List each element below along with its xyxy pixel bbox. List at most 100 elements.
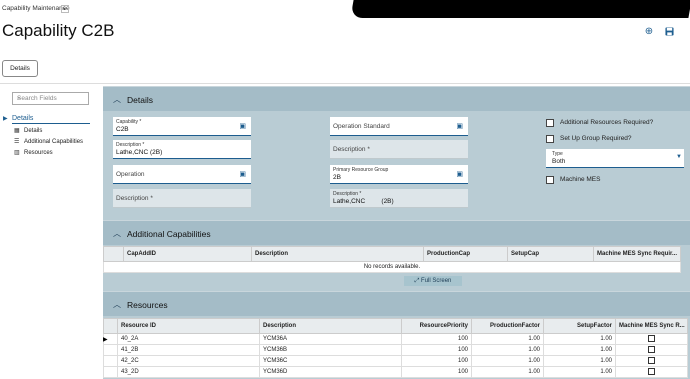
standard-description-field: Description * xyxy=(330,140,468,159)
empty-message: No records available. xyxy=(103,261,681,273)
group-description-label: Description * xyxy=(333,191,362,197)
table-header-cell[interactable]: Resource ID xyxy=(117,318,260,334)
lookup-icon[interactable]: ▣ xyxy=(456,122,463,130)
table-row[interactable]: 43_2D YCM36D 100 1.00 1.00 xyxy=(103,366,688,378)
search-fields-input[interactable]: Search Fields ⌕ xyxy=(12,92,89,105)
operation-placeholder: Operation xyxy=(116,171,145,178)
machine-mes-checkbox[interactable] xyxy=(546,176,554,184)
lookup-icon[interactable]: ▣ xyxy=(239,170,246,178)
type-label: Type xyxy=(552,151,563,157)
additional-capabilities-title: Additional Capabilities xyxy=(127,229,211,239)
row-selector[interactable] xyxy=(103,344,118,356)
additional-capabilities-section-header[interactable]: ︿ Additional Capabilities xyxy=(103,220,690,245)
primary-resource-group-label: Primary Resource Group xyxy=(333,167,389,173)
table-header-cell[interactable]: Machine MES Sync R... xyxy=(615,318,688,334)
production-factor-cell: 1.00 xyxy=(471,333,544,345)
table-row[interactable]: 42_2C YCM36C 100 1.00 1.00 xyxy=(103,355,688,367)
sidebar-item-label: Additional Capabilities xyxy=(24,139,84,145)
table-header-cell[interactable]: ProductionFactor xyxy=(471,318,544,334)
mes-sync-cell xyxy=(615,344,688,356)
operation-standard-placeholder: Operation Standard xyxy=(333,123,390,130)
setup-factor-cell: 1.00 xyxy=(543,333,616,345)
resources-table: Resource ID Description ResourcePriority… xyxy=(103,318,688,378)
additional-resources-checkbox[interactable] xyxy=(546,119,554,127)
capability-field[interactable]: Capability * C2B ▣ xyxy=(113,117,251,136)
type-select[interactable]: Type Both ▼ xyxy=(546,149,684,168)
row-selector[interactable] xyxy=(103,355,118,367)
setup-group-checkbox[interactable] xyxy=(546,135,554,143)
table-header-cell[interactable]: Machine MES Sync Requir... xyxy=(593,246,681,262)
description-cell: YCM36A xyxy=(259,333,402,345)
save-icon[interactable] xyxy=(664,27,674,37)
table-header-row: CapAddID Description ProductionCap Setup… xyxy=(103,246,681,262)
setup-factor-cell: 1.00 xyxy=(543,366,616,378)
current-row-marker-icon: ▶ xyxy=(103,337,108,343)
table-header-cell xyxy=(103,246,124,262)
full-screen-button[interactable]: ⤢ Full Screen xyxy=(404,276,462,286)
additional-resources-label: Additional Resources Required? xyxy=(560,119,654,126)
description-cell: YCM36C xyxy=(259,355,402,367)
resource-id-cell[interactable]: 42_2C xyxy=(117,355,260,367)
resources-section-header[interactable]: ︿ Resources xyxy=(103,291,690,316)
mes-sync-checkbox[interactable] xyxy=(648,357,655,365)
row-selector[interactable] xyxy=(103,366,118,378)
primary-resource-group-field[interactable]: Primary Resource Group 2B ▣ xyxy=(330,165,468,184)
details-section-title: Details xyxy=(127,95,153,105)
operation-description-field: Description * xyxy=(113,189,251,208)
table-header-cell[interactable]: SetupFactor xyxy=(543,318,616,334)
chevron-up-icon[interactable]: ︿ xyxy=(113,94,121,105)
priority-cell: 100 xyxy=(401,355,472,367)
mes-sync-checkbox[interactable] xyxy=(648,335,655,343)
lookup-icon[interactable]: ▣ xyxy=(239,122,246,130)
table-header-cell[interactable]: ResourcePriority xyxy=(401,318,472,334)
sidebar-item-resources[interactable]: ▥ Resources xyxy=(14,149,53,156)
table-header-cell[interactable]: Description xyxy=(259,318,402,334)
operation-standard-field[interactable]: Operation Standard ▣ xyxy=(330,117,468,136)
sidebar-item-additional-capabilities[interactable]: ☰ Additional Capabilities xyxy=(14,138,83,145)
chevron-up-icon[interactable]: ︿ xyxy=(113,228,121,239)
priority-cell: 100 xyxy=(401,366,472,378)
lookup-icon[interactable]: ▣ xyxy=(456,170,463,178)
production-factor-cell: 1.00 xyxy=(471,366,544,378)
resource-id-cell[interactable]: 40_2A xyxy=(117,333,260,345)
table-header-cell[interactable]: SetupCap xyxy=(507,246,594,262)
add-new-icon[interactable]: ⊕ xyxy=(644,27,654,37)
sidebar-item-label: Details xyxy=(24,128,43,134)
chevron-up-icon[interactable]: ︿ xyxy=(113,299,121,310)
table-header-cell[interactable]: CapAddID xyxy=(123,246,252,262)
priority-cell: 100 xyxy=(401,344,472,356)
details-section-header[interactable]: ︿ Details xyxy=(103,86,690,111)
chevron-down-icon[interactable]: ▼ xyxy=(676,154,682,160)
description-cell: YCM36D xyxy=(259,366,402,378)
tree-root-details[interactable]: Details xyxy=(12,115,33,122)
table-header-cell[interactable]: Description xyxy=(251,246,424,262)
capability-label: Capability * xyxy=(116,119,142,125)
operation-description-placeholder: Description * xyxy=(116,195,153,202)
table-row[interactable]: 40_2A YCM36A 100 1.00 1.00 xyxy=(103,333,688,345)
sidebar-item-details[interactable]: ▦ Details xyxy=(14,127,42,134)
search-icon[interactable]: ⌕ xyxy=(17,95,85,103)
empty-row: No records available. xyxy=(103,261,681,273)
group-description-value: Lathe,CNC (2B) xyxy=(333,198,394,205)
resource-id-cell[interactable]: 41_2B xyxy=(117,344,260,356)
capability-value: C2B xyxy=(116,126,129,133)
setup-factor-cell: 1.00 xyxy=(543,355,616,367)
sidebar-item-label: Resources xyxy=(24,150,53,156)
table-header-cell[interactable]: ProductionCap xyxy=(423,246,508,262)
resource-id-cell[interactable]: 43_2D xyxy=(117,366,260,378)
mes-sync-checkbox[interactable] xyxy=(648,346,655,354)
details-tab[interactable]: Details xyxy=(2,60,38,77)
table-header-cell xyxy=(103,318,118,334)
list-icon: ☰ xyxy=(14,139,20,145)
description-field[interactable]: Description * Lathe,CNC (2B) xyxy=(113,140,251,159)
setup-group-label: Set Up Group Required? xyxy=(560,135,632,142)
operation-field[interactable]: Operation ▣ xyxy=(113,165,251,184)
description-value: Lathe,CNC (2B) xyxy=(116,149,163,156)
mes-sync-checkbox[interactable] xyxy=(648,368,655,376)
app-menu-caret-icon[interactable]: ▸ xyxy=(61,5,69,13)
details-icon: ▦ xyxy=(14,128,20,134)
table-row[interactable]: 41_2B YCM36B 100 1.00 1.00 xyxy=(103,344,688,356)
tree-collapse-icon[interactable]: ▶ xyxy=(3,115,8,122)
machine-mes-label: Machine MES xyxy=(560,176,601,183)
primary-resource-group-value: 2B xyxy=(333,174,341,181)
